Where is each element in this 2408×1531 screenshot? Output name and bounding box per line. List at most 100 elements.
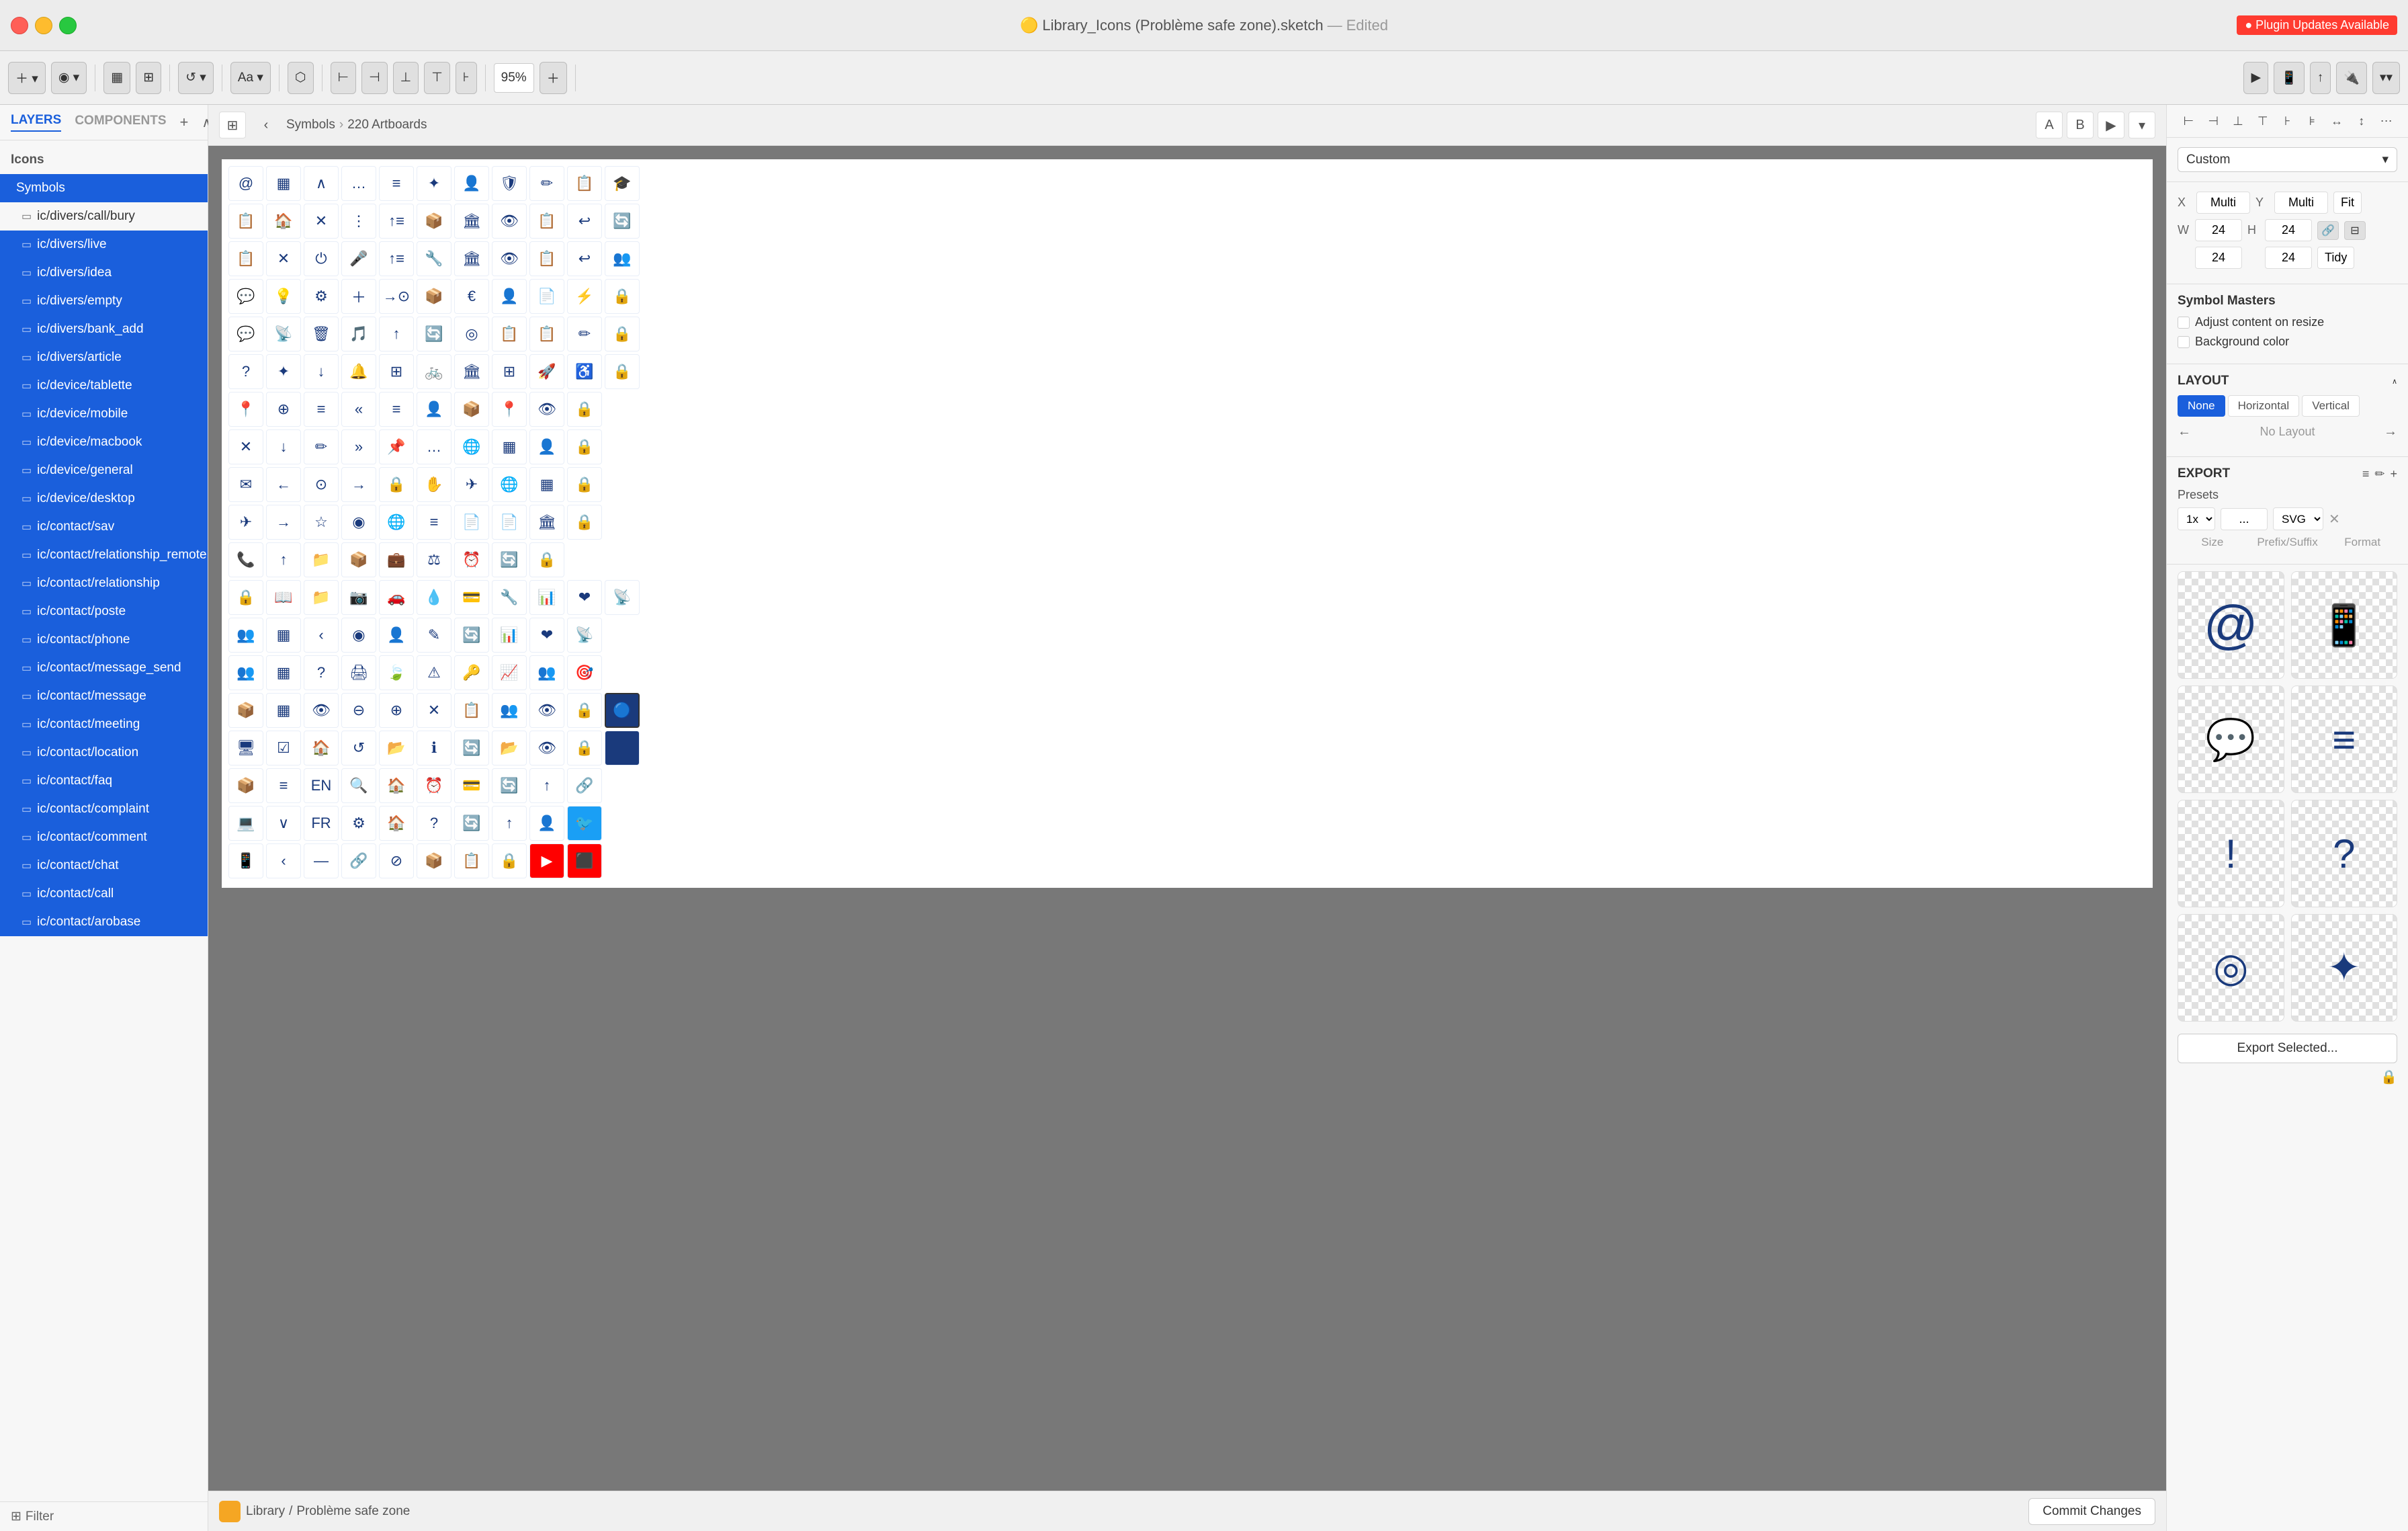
icon-cell[interactable]: 🔄 [492,542,527,577]
layer-item[interactable]: ▭ ic/divers/bank_add [0,315,208,343]
icon-cell[interactable]: 📦 [341,542,376,577]
icon-cell[interactable]: 👥 [228,655,263,690]
icon-cell[interactable]: ❤ [529,618,564,653]
icon-cell[interactable]: 📡 [567,618,602,653]
icon-cell[interactable]: 🏛 [529,505,564,540]
icon-cell[interactable]: ⏰ [454,542,489,577]
icon-cell[interactable]: 🐦 [567,806,602,841]
icon-cell[interactable]: ⚙ [304,279,339,314]
icon-cell[interactable]: ◉ [341,505,376,540]
layer-item[interactable]: ▭ ic/device/desktop [0,485,208,513]
background-color-checkbox[interactable] [2178,336,2190,348]
layer-item[interactable]: ▭ ic/device/mobile [0,400,208,428]
icon-cell[interactable]: 👤 [529,806,564,841]
icon-cell[interactable]: ≡ [379,392,414,427]
layer-item[interactable]: ▭ ic/divers/call/bury [0,202,208,231]
icon-cell[interactable]: … [341,166,376,201]
icon-cell[interactable]: 👁 [492,204,527,239]
icon-cell[interactable]: 📦 [417,843,452,878]
icon-cell[interactable]: 🔒 [567,392,602,427]
icon-cell[interactable]: ℹ [417,731,452,766]
y-input[interactable] [2274,192,2328,214]
layer-item[interactable]: ▭ ic/contact/complaint [0,795,208,823]
icon-cell[interactable]: 🍃 [379,655,414,690]
icon-cell[interactable]: ↓ [266,429,301,464]
canvas-view-btn-2[interactable]: B [2067,112,2094,138]
icon-cell[interactable]: … [417,429,452,464]
share-button[interactable]: ↑ [2310,62,2331,94]
add-layer-button[interactable]: + [180,114,189,131]
dist-h-button[interactable]: ↔ [2326,110,2348,132]
icon-cell[interactable]: 👁 [304,693,339,728]
distribute-button[interactable]: ⊞ [136,62,161,94]
icon-cell[interactable]: ⊞ [492,354,527,389]
icon-cell[interactable]: 👤 [454,166,489,201]
layer-item[interactable]: ▭ ic/divers/article [0,343,208,372]
layer-item[interactable]: ▭ ic/contact/comment [0,823,208,852]
icon-cell[interactable]: 👥 [228,618,263,653]
icon-cell[interactable]: 📋 [228,241,263,276]
align-left-button[interactable]: ⊢ [2178,110,2200,132]
icon-cell[interactable]: ✈ [228,505,263,540]
icon-cell[interactable]: ⊕ [379,693,414,728]
icon-cell[interactable]: 🔄 [492,768,527,803]
icon-cell[interactable]: 📁 [304,542,339,577]
icon-cell[interactable]: 📂 [379,731,414,766]
icon-cell[interactable]: ⊕ [266,392,301,427]
icon-cell[interactable]: 📡 [605,580,640,615]
layer-item[interactable]: ▭ ic/contact/message_send [0,654,208,682]
icon-cell[interactable]: ⏰ [417,768,452,803]
icon-cell[interactable]: ⊖ [341,693,376,728]
icon-cell[interactable]: 🔄 [605,204,640,239]
layer-item[interactable]: ▭ ic/divers/empty [0,287,208,315]
icon-cell[interactable]: 🚀 [529,354,564,389]
icon-cell[interactable]: ♿ [567,354,602,389]
arrange-button[interactable]: ▦ [103,62,130,94]
icon-cell[interactable]: 🌐 [454,429,489,464]
layer-tool-button[interactable]: ◉ ▾ [51,62,87,94]
icon-cell[interactable]: 🎤 [341,241,376,276]
layer-item[interactable]: ▭ ic/contact/arobase [0,908,208,936]
icon-cell[interactable]: ↑≡ [379,241,414,276]
icon-cell[interactable]: ⋮ [341,204,376,239]
icon-cell[interactable]: ‹ [266,843,301,878]
symbols-section-header[interactable]: Symbols [0,174,208,202]
icon-cell[interactable]: ✎ [417,618,452,653]
icon-cell[interactable]: ☆ [304,505,339,540]
h-input-2[interactable] [2265,247,2312,269]
layer-item[interactable]: ▭ ic/contact/relationship [0,569,208,597]
icon-cell[interactable]: 👤 [492,279,527,314]
icon-cell[interactable]: 🎯 [567,655,602,690]
icon-cell[interactable]: 👁 [492,241,527,276]
x-input[interactable] [2196,192,2250,214]
icon-cell[interactable]: 🖨 [341,655,376,690]
icon-cell[interactable]: ⚠ [417,655,452,690]
icon-cell[interactable]: ▦ [266,618,301,653]
icon-cell[interactable]: 🔧 [492,580,527,615]
icon-cell[interactable]: 📖 [266,580,301,615]
canvas-view-btn-4[interactable]: ▾ [2128,112,2155,138]
layer-item[interactable]: ▭ ic/contact/call [0,880,208,908]
layer-item[interactable]: ▭ ic/device/macbook [0,428,208,456]
icon-cell[interactable]: ∧ [304,166,339,201]
canvas-view-btn-1[interactable]: A [2036,112,2063,138]
icon-cell[interactable]: 📋 [529,317,564,351]
icon-cell[interactable]: 🔒 [605,317,640,351]
icon-cell[interactable]: ≡ [266,768,301,803]
icon-cell[interactable]: 📄 [492,505,527,540]
icon-cell[interactable]: in [605,731,640,766]
canvas-prev-button[interactable]: ‹ [253,112,280,138]
icon-cell[interactable]: 🔔 [341,354,376,389]
icon-cell[interactable]: 📈 [492,655,527,690]
layers-tab[interactable]: LAYERS [11,113,61,132]
dist-v-button[interactable]: ↕ [2350,110,2372,132]
icon-cell[interactable]: 💬 [228,317,263,351]
align-right-button[interactable]: ⊥ [2227,110,2249,132]
layer-item[interactable]: ▭ ic/contact/faq [0,767,208,795]
inspector-type-dropdown[interactable]: Custom ▾ [2178,147,2397,172]
icon-cell[interactable]: 📱 [228,843,263,878]
component-button[interactable]: ⬡ [288,62,314,94]
icon-cell[interactable]: 👁 [529,392,564,427]
icon-cell[interactable]: 🔒 [379,467,414,502]
icon-cell[interactable]: 🎵 [341,317,376,351]
